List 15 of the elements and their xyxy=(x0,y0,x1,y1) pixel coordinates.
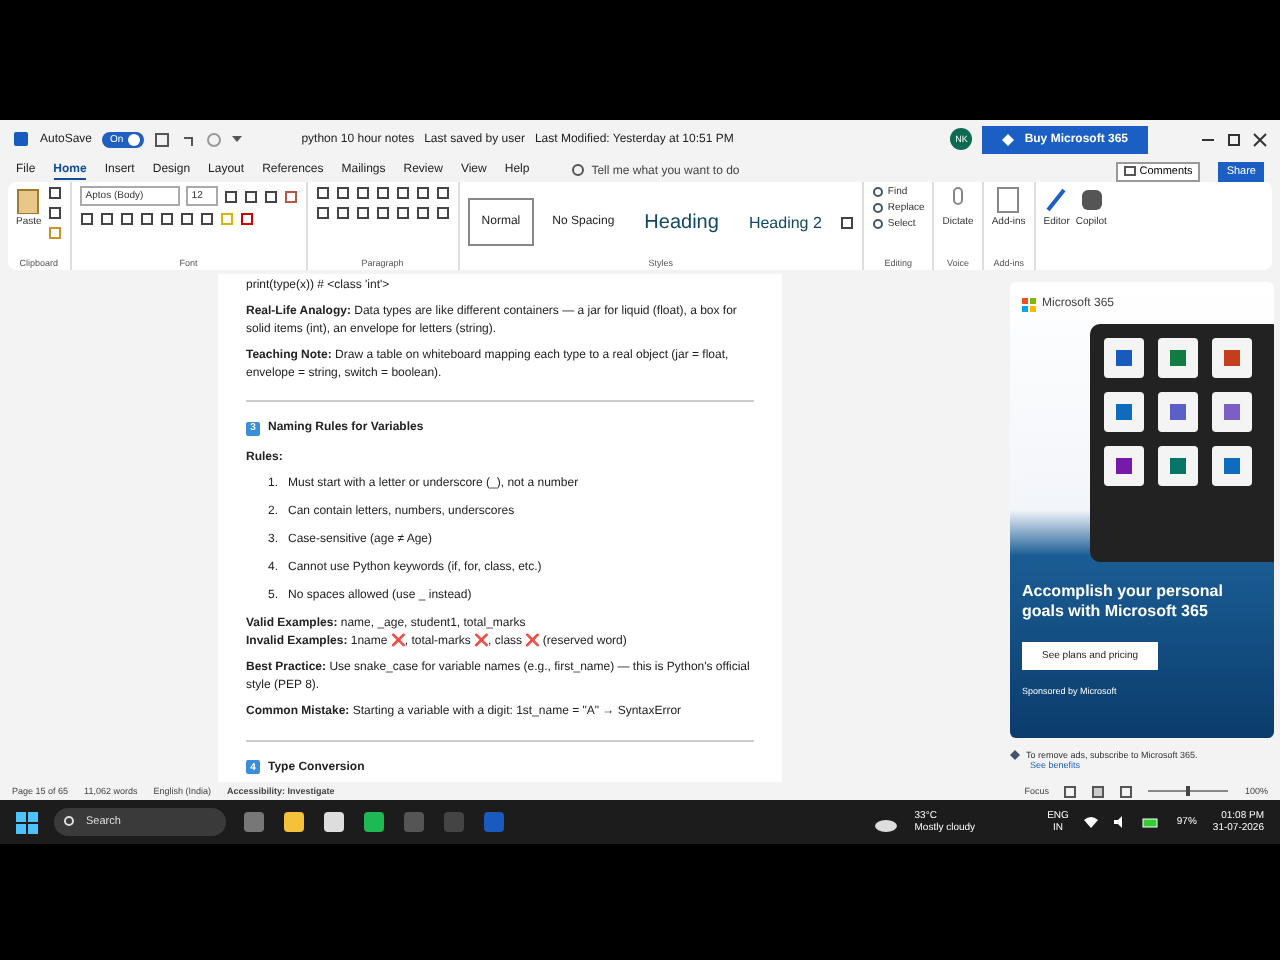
speaker-icon[interactable] xyxy=(1114,816,1127,829)
close-icon[interactable] xyxy=(1252,131,1268,148)
start-icon[interactable] xyxy=(16,811,38,834)
wifi-icon[interactable] xyxy=(1084,816,1099,829)
battery-icon[interactable] xyxy=(1142,817,1161,828)
diamond-icon xyxy=(1002,133,1015,146)
ad-headline: Accomplish your personal goals with Microsoft 365 xyxy=(1022,581,1225,622)
clipboard-icon xyxy=(16,186,41,215)
zoom-thumb[interactable] xyxy=(1186,786,1191,796)
restore-icon[interactable] xyxy=(1226,131,1242,148)
diamond-icon xyxy=(1010,749,1020,760)
search-icon xyxy=(64,816,76,829)
caret-icon[interactable] xyxy=(231,134,242,145)
comment-icon xyxy=(1123,165,1136,178)
four-squares-icon xyxy=(1022,297,1036,312)
